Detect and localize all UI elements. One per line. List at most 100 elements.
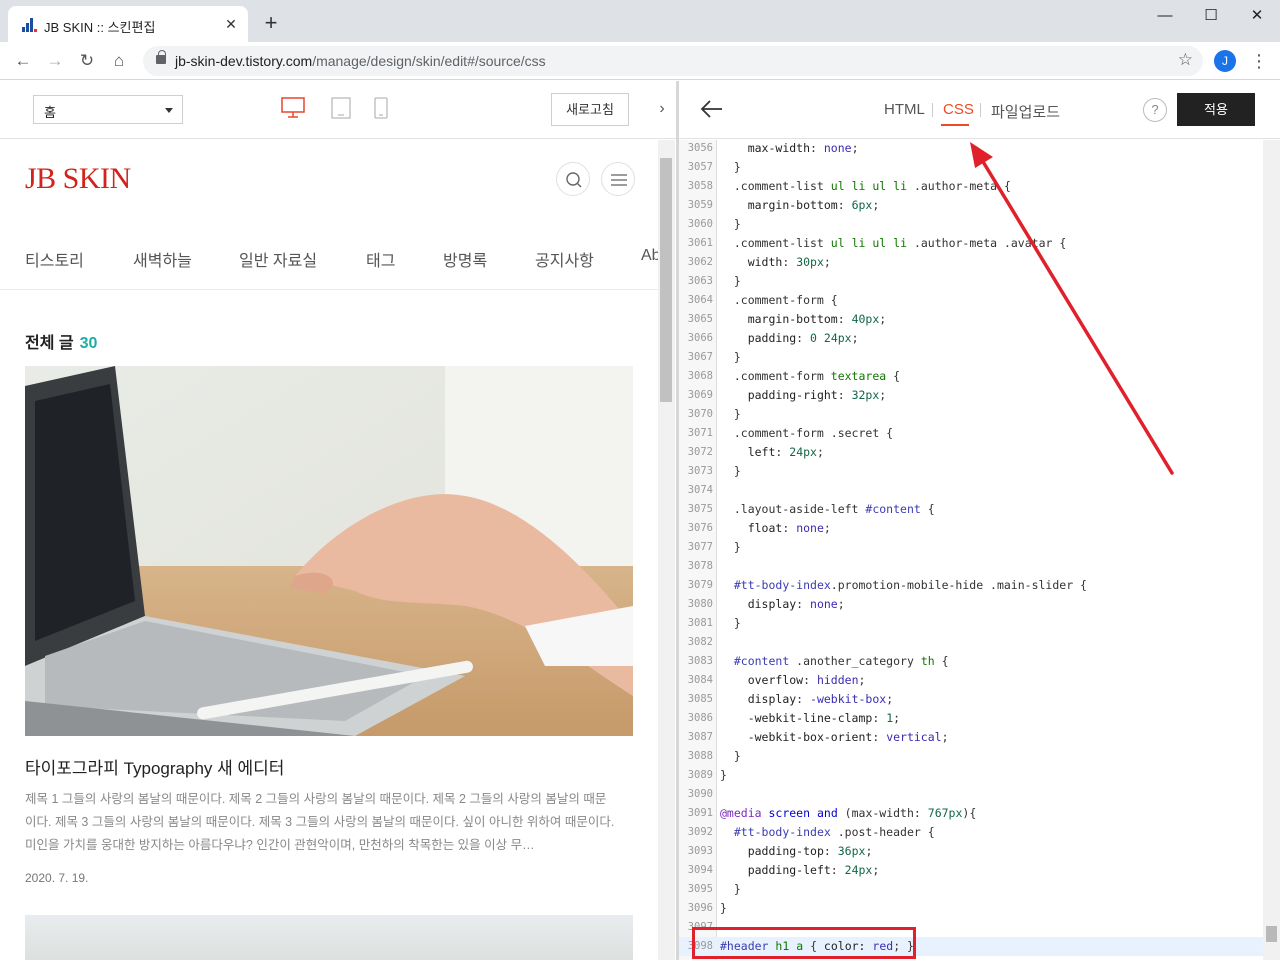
new-tab-icon[interactable]: + [260,12,282,34]
code-line[interactable]: 3060 } [679,215,1263,234]
back-icon[interactable]: ← [10,48,36,74]
code-line[interactable]: 3069 padding-right: 32px; [679,386,1263,405]
bookmark-star-icon[interactable]: ☆ [1178,50,1193,70]
code-line[interactable]: 3063 } [679,272,1263,291]
code-line[interactable]: 3080 display: none; [679,595,1263,614]
tab-file-upload[interactable]: 파일업로드 [991,101,1060,122]
code-line[interactable]: 3067 } [679,348,1263,367]
post-thumbnail-laptop[interactable] [25,366,633,736]
nav-item-guestbook[interactable]: 방명록 [443,247,487,271]
editor-pane: HTML CSS 파일업로드 ? 적용 3056 max-width: none… [679,81,1280,960]
code-text: .comment-form .secret { [720,426,894,440]
code-line[interactable]: 3091 @media screen and (max-width: 767px)… [679,804,1263,823]
code-line[interactable]: 3071 .comment-form .secret { [679,424,1263,443]
code-line[interactable]: 3062 width: 30px; [679,253,1263,272]
collapse-arrow-icon[interactable]: › [655,97,669,121]
code-line[interactable]: 3084 overflow: hidden; [679,671,1263,690]
nav-item-dawn[interactable]: 새벽하늘 [133,247,192,271]
code-text: display: none; [747,597,845,611]
reload-icon[interactable]: ↻ [74,48,100,74]
code-line[interactable]: 3077 } [679,538,1263,557]
code-text: } [720,901,727,915]
blog-logo[interactable]: JB SKIN [25,162,131,196]
nav-item-about[interactable]: Ab [641,247,658,265]
preview-scrollbar[interactable] [658,140,675,960]
page-select[interactable]: 홈 [33,95,183,124]
address-bar[interactable]: jb-skin-dev.tistory.com/manage/design/sk… [143,46,1203,76]
next-post-thumbnail[interactable] [25,915,633,960]
code-line[interactable]: 3094 padding-left: 24px; [679,861,1263,880]
code-line[interactable]: 3056 max-width: none; [679,140,1263,158]
code-line[interactable]: 3068 .comment-form textarea { [679,367,1263,386]
code-line[interactable]: 3065 margin-bottom: 40px; [679,310,1263,329]
code-text: padding: 0 24px; [747,331,859,345]
code-line[interactable]: 3083 #content .another_category th { [679,652,1263,671]
editor-scrollbar[interactable] [1263,140,1280,960]
preview-scrollbar-thumb[interactable] [660,158,672,402]
code-line[interactable]: 3064 .comment-form { [679,291,1263,310]
code-text: -webkit-line-clamp: 1; [747,711,901,725]
post-title[interactable]: 타이포그라피 Typography 새 에디터 [25,754,284,779]
code-line[interactable]: 3090 [679,785,1263,804]
forward-icon[interactable]: → [42,48,68,74]
tab-css[interactable]: CSS [943,101,974,118]
code-line[interactable]: 3092 #tt-body-index .post-header { [679,823,1263,842]
code-line[interactable]: 3093 padding-top: 36px; [679,842,1263,861]
code-line[interactable]: 3070 } [679,405,1263,424]
code-line[interactable]: 3081 } [679,614,1263,633]
maximize-icon[interactable]: ☐ [1188,0,1234,32]
tablet-view-icon[interactable] [331,97,351,119]
profile-avatar[interactable]: J [1214,50,1236,72]
editor-scrollbar-thumb[interactable] [1266,926,1277,942]
minimize-icon[interactable]: — [1142,0,1188,32]
code-line[interactable]: 3072 left: 24px; [679,443,1263,462]
code-line[interactable]: 3075 .layout-aside-left #content { [679,500,1263,519]
window-close-icon[interactable]: ✕ [1234,0,1280,32]
tab-strip: JB SKIN :: 스킨편집 ✕ + — ☐ ✕ [0,0,1280,42]
search-button[interactable] [556,162,590,196]
code-line[interactable]: 3059 margin-bottom: 6px; [679,196,1263,215]
browser-tab[interactable]: JB SKIN :: 스킨편집 ✕ [8,6,248,42]
code-line[interactable]: 3057 } [679,158,1263,177]
code-line[interactable]: 3076 float: none; [679,519,1263,538]
refresh-button[interactable]: 새로고침 [551,93,629,126]
code-line[interactable]: 3085 display: -webkit-box; [679,690,1263,709]
home-icon[interactable]: ⌂ [106,48,132,74]
nav-item-archive[interactable]: 일반 자료실 [239,247,317,271]
code-text: } [720,768,727,782]
menu-button[interactable] [601,162,635,196]
code-line[interactable]: 3058 .comment-list ul li ul li .author-m… [679,177,1263,196]
code-line[interactable]: 3095 } [679,880,1263,899]
browser-menu-icon[interactable]: ⋮ [1250,48,1268,74]
code-line[interactable]: 3089} [679,766,1263,785]
code-line[interactable]: 3087 -webkit-box-orient: vertical; [679,728,1263,747]
line-number: 3093 [687,845,713,857]
code-line[interactable]: 3078 [679,557,1263,576]
help-icon[interactable]: ? [1143,98,1167,122]
code-line[interactable]: 3088 } [679,747,1263,766]
code-line[interactable]: 3082 [679,633,1263,652]
line-number: 3096 [687,902,713,914]
url-text: jb-skin-dev.tistory.com/manage/design/sk… [175,53,546,69]
search-icon [566,172,582,188]
code-line[interactable]: 3066 padding: 0 24px; [679,329,1263,348]
css-code-editor[interactable]: 3056 max-width: none; 3057 } 3058 .comment… [679,140,1280,960]
line-number: 3074 [687,484,713,496]
code-text: -webkit-box-orient: vertical; [747,730,949,744]
code-line[interactable]: 3074 [679,481,1263,500]
code-line[interactable]: 3086 -webkit-line-clamp: 1; [679,709,1263,728]
nav-item-tag[interactable]: 태그 [366,247,395,271]
code-line[interactable]: 3073 } [679,462,1263,481]
tab-close-icon[interactable]: ✕ [222,15,240,33]
tab-html[interactable]: HTML [884,101,925,118]
code-line[interactable]: 3079 #tt-body-index.promotion-mobile-hid… [679,576,1263,595]
code-line[interactable]: 3096} [679,899,1263,918]
code-text: float: none; [747,521,831,535]
mobile-view-icon[interactable] [374,97,388,119]
code-line[interactable]: 3061 .comment-list ul li ul li .author-m… [679,234,1263,253]
desktop-view-icon[interactable] [281,97,305,119]
nav-item-notice[interactable]: 공지사항 [535,247,594,271]
nav-item-tistory[interactable]: 티스토리 [25,247,84,271]
back-arrow-icon[interactable] [699,97,725,121]
apply-button[interactable]: 적용 [1177,93,1255,126]
